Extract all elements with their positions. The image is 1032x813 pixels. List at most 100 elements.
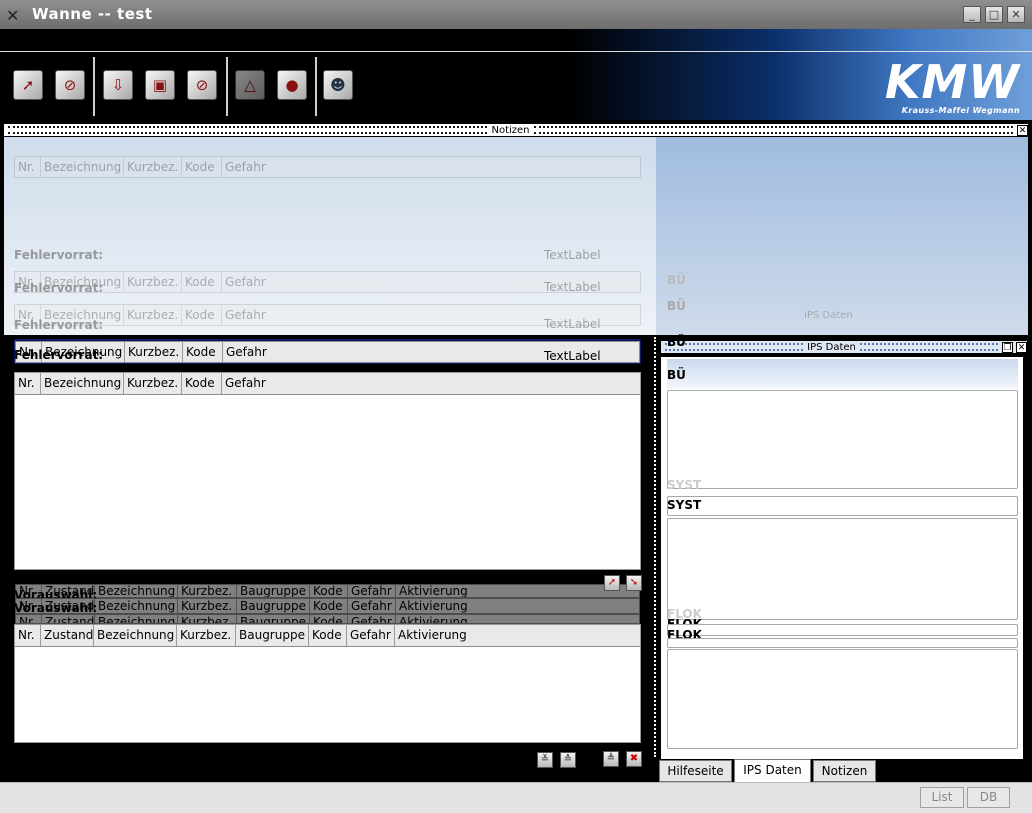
move-down-icon[interactable]: ➘ <box>626 575 642 591</box>
no-entry-icon[interactable]: ⊘ <box>55 70 85 100</box>
col-zustand: Zustand <box>42 615 95 623</box>
col-kode[interactable]: Kode <box>182 373 222 394</box>
col-baugruppe[interactable]: Baugruppe <box>236 625 309 646</box>
ghost-fehler-label: Fehlervorrat: <box>14 248 104 262</box>
col-baugruppe: Baugruppe <box>237 599 310 613</box>
delete-icon[interactable]: ✖ <box>626 751 642 767</box>
syst-textbox[interactable] <box>667 518 1018 620</box>
logo-subtitle: Krauss-Maffei Wegmann <box>901 106 1020 115</box>
ghost-bu-label: BÜ <box>667 273 686 287</box>
col-kurzbez[interactable]: Kurzbez. <box>177 625 236 646</box>
close-button[interactable]: ✕ <box>1007 6 1025 23</box>
notizen-dock-titlebar[interactable]: Notizen ✕ <box>4 124 1029 136</box>
col-gefahr[interactable]: Gefahr <box>347 625 395 646</box>
syst-field[interactable] <box>667 496 1018 516</box>
warning-triangle-icon[interactable]: △ <box>235 70 265 100</box>
ghost-ips-title: IPS Daten <box>804 310 853 321</box>
col-nr[interactable]: Nr. <box>15 625 41 646</box>
col-bezeichnung: Bezeichnung <box>95 599 178 613</box>
col-aktivierung: Aktivierung <box>399 615 468 623</box>
notizen-dock-title: Notizen <box>491 124 530 136</box>
col-bezeichnung: Bezeichnung <box>95 585 178 597</box>
user-icon[interactable]: ☻ <box>323 70 353 100</box>
fehlervorrat-label: Fehlervorrat: <box>14 348 104 362</box>
col-kode: Kode <box>182 157 222 177</box>
col-baugruppe: Baugruppe <box>237 615 310 623</box>
vorauswahl-table[interactable]: Nr. Zustand Bezeichnung Kurzbez. Baugrup… <box>14 624 641 743</box>
ghost-vor-table: Nr. Zustand Bezeichnung Kurzbez. Baugrup… <box>15 584 640 598</box>
col-nr: Nr. <box>16 615 42 623</box>
maximize-button[interactable]: □ <box>985 6 1003 23</box>
kmw-logo: KMW Krauss-Maffei Wegmann <box>885 58 1020 115</box>
col-gefahr: Gefahr <box>225 160 266 174</box>
no-edit-icon[interactable]: ⊘ <box>187 70 217 100</box>
col-kurzbez[interactable]: Kurzbez. <box>124 373 182 394</box>
expand-icon[interactable]: ≙ <box>560 752 576 768</box>
ghost-fehler-label: Fehlervorrat: <box>14 281 104 295</box>
syst-ghost-label: SYST <box>667 478 702 492</box>
col-aktivierung: Aktivierung <box>399 585 468 597</box>
col-kode: Kode <box>310 615 348 623</box>
col-kurzbez: Kurzbez. <box>178 599 237 613</box>
ghost-vor-header: Nr. Zustand Bezeichnung Kurzbez. Baugrup… <box>15 614 640 624</box>
col-bezeichnung[interactable]: Bezeichnung <box>94 625 177 646</box>
vorauswahl-table-header: Nr. Zustand Bezeichnung Kurzbez. Baugrup… <box>15 625 640 647</box>
ips-dock-title: IPS Daten <box>807 341 856 353</box>
toolbar-separator <box>93 57 95 116</box>
ghost-vor-table: Nr. Zustand Bezeichnung Kurzbez. Baugrup… <box>15 598 640 614</box>
col-kode: Kode <box>310 599 348 613</box>
fehler-table[interactable]: Nr. Bezeichnung Kurzbez. Kode Gefahr <box>14 372 641 570</box>
minimize-button[interactable]: _ <box>963 6 981 23</box>
text-label: TextLabel <box>544 349 601 363</box>
logo-text: KMW <box>884 55 1020 109</box>
ips-dock-titlebar[interactable]: IPS Daten ❐ ✕ <box>661 341 1027 353</box>
col-aktivierung: Aktivierung <box>399 599 468 613</box>
flok-field-2[interactable] <box>667 638 1018 648</box>
status-bar: List DB <box>0 782 1032 813</box>
delete-doc-icon[interactable]: ▣ <box>145 70 175 100</box>
banner: ➚ ⊘ ⇩ ▣ ⊘ △ ● ☻ KMW Krauss-Maffei Wegman… <box>0 29 1032 120</box>
col-kurzbez: Kurzbez. <box>125 342 183 362</box>
list-button[interactable]: List <box>920 787 964 808</box>
record-icon[interactable]: ● <box>277 70 307 100</box>
col-gefahr: Gefahr <box>348 585 396 597</box>
col-kurzbez: Kurzbez. <box>178 585 237 597</box>
db-button[interactable]: DB <box>967 787 1010 808</box>
ghost-text-label: TextLabel <box>544 317 601 331</box>
ghost-text-label: TextLabel <box>544 248 601 262</box>
col-aktivierung[interactable]: Aktivierung <box>395 625 640 646</box>
bu-textbox[interactable] <box>667 390 1018 489</box>
ghost-vor-table: Nr. Zustand Bezeichnung Kurzbez. Baugrup… <box>15 614 640 624</box>
float-icon[interactable]: ❐ <box>1002 341 1013 353</box>
col-kode: Kode <box>183 342 223 362</box>
close-icon[interactable]: ✕ <box>1017 124 1029 136</box>
toolbar-separator <box>315 57 317 116</box>
bu-ghost-label: BÜ <box>667 335 686 349</box>
col-kurzbez: Kurzbez. <box>124 305 182 325</box>
col-zustand[interactable]: Zustand <box>41 625 94 646</box>
tab-notizen[interactable]: Notizen <box>813 760 876 782</box>
move-up-icon[interactable]: ➚ <box>604 575 620 591</box>
tab-hilfeseite[interactable]: Hilfeseite <box>659 760 732 782</box>
syst-label: SYST <box>667 498 702 512</box>
flok-field[interactable] <box>667 624 1018 636</box>
flok-textbox[interactable] <box>667 649 1018 749</box>
export-icon[interactable]: ➚ <box>13 70 43 100</box>
collapse-icon[interactable]: ≚ <box>537 752 553 768</box>
col-kode[interactable]: Kode <box>309 625 347 646</box>
bu-header-bg <box>667 359 1018 389</box>
import-icon[interactable]: ⇩ <box>103 70 133 100</box>
app-icon[interactable]: ✕ <box>6 6 19 25</box>
ghost-bu-label: BÜ <box>667 299 686 313</box>
col-kurzbez: Kurzbez. <box>178 615 237 623</box>
close-icon[interactable]: ✕ <box>1016 341 1027 353</box>
ghost-fehler-label: Fehlervorrat: <box>14 318 104 332</box>
tab-ips-daten[interactable]: IPS Daten <box>734 759 811 783</box>
move-top-icon[interactable]: ≜ <box>603 751 619 767</box>
ghost-text-label: TextLabel <box>544 280 601 294</box>
splitter[interactable] <box>654 337 656 757</box>
col-gefahr[interactable]: Gefahr <box>222 373 640 394</box>
col-bezeichnung[interactable]: Bezeichnung <box>41 373 124 394</box>
col-nr[interactable]: Nr. <box>15 373 41 394</box>
ghost-vor-header: Nr. Zustand Bezeichnung Kurzbez. Baugrup… <box>15 598 640 614</box>
